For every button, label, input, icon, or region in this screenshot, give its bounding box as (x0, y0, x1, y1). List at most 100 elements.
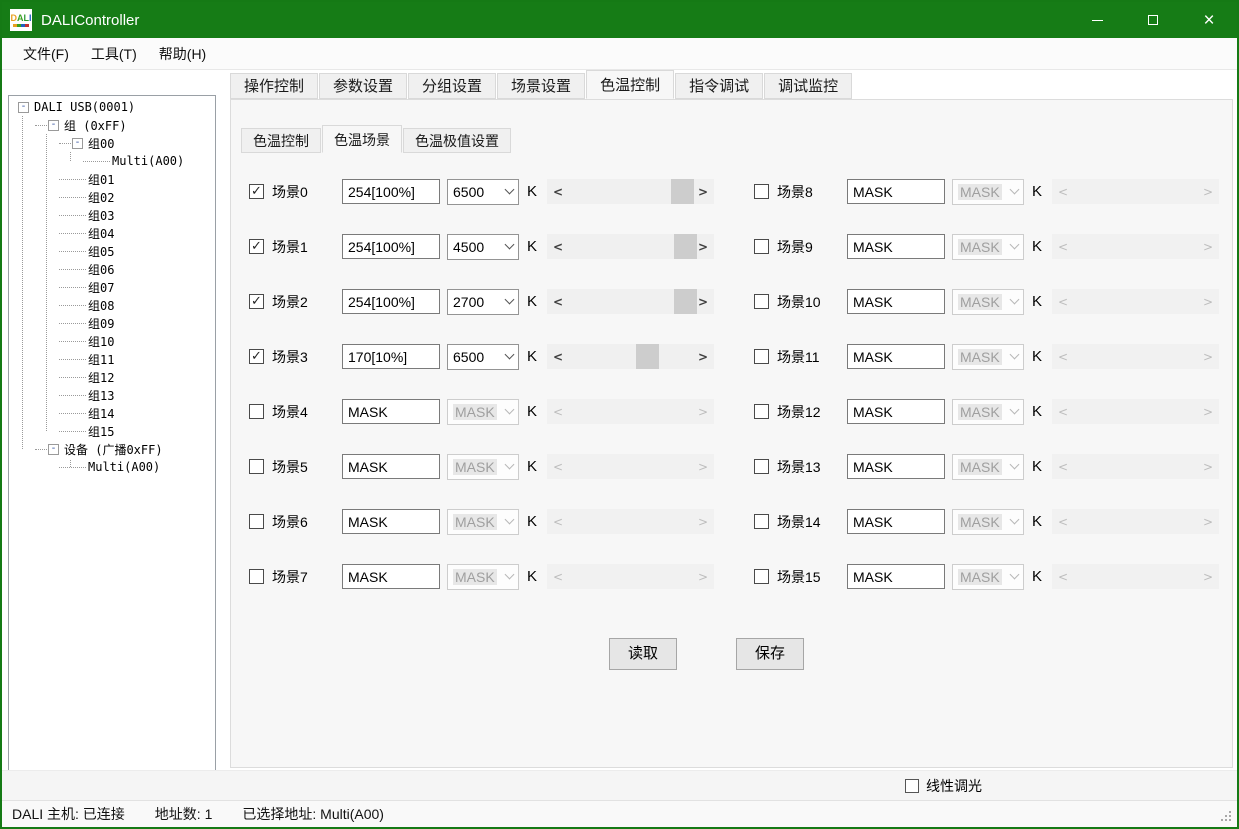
scroll-left-icon[interactable] (1058, 240, 1068, 254)
scene-checkbox[interactable] (249, 239, 264, 254)
scene-temp-dropdown[interactable]: MASK (952, 344, 1024, 370)
tree-node[interactable]: 组05 (9, 242, 215, 260)
scroll-thumb[interactable] (674, 234, 697, 259)
scene-checkbox[interactable] (754, 184, 769, 199)
scroll-right-icon[interactable] (698, 515, 708, 529)
scene-level-input[interactable] (342, 564, 440, 589)
scene-temp-dropdown[interactable]: 2700 (447, 289, 519, 315)
linear-dim-checkbox[interactable] (905, 779, 919, 793)
temp-scrollbar[interactable] (1052, 564, 1219, 589)
tree-node[interactable]: 组02 (9, 188, 215, 206)
main-tab[interactable]: 指令调试 (675, 73, 763, 99)
tree-node[interactable]: 组15 (9, 422, 215, 440)
scroll-left-icon[interactable] (1058, 405, 1068, 419)
temp-scrollbar[interactable] (1052, 234, 1219, 259)
scene-checkbox[interactable] (754, 404, 769, 419)
scroll-thumb[interactable] (674, 289, 697, 314)
scroll-thumb[interactable] (636, 344, 659, 369)
scroll-right-icon[interactable] (1203, 295, 1213, 309)
main-tab[interactable]: 参数设置 (319, 73, 407, 99)
scroll-left-icon[interactable] (553, 350, 563, 364)
scroll-right-icon[interactable] (1203, 570, 1213, 584)
scene-temp-dropdown[interactable]: MASK (952, 234, 1024, 260)
scene-level-input[interactable] (342, 179, 440, 204)
temp-scrollbar[interactable] (547, 234, 714, 259)
main-tab[interactable]: 场景设置 (497, 73, 585, 99)
scroll-left-icon[interactable] (553, 185, 563, 199)
scroll-left-icon[interactable] (1058, 515, 1068, 529)
minimize-button[interactable] (1069, 2, 1125, 38)
temp-scrollbar[interactable] (1052, 509, 1219, 534)
scroll-left-icon[interactable] (553, 240, 563, 254)
collapse-icon[interactable] (48, 120, 59, 131)
tree-node[interactable]: 组11 (9, 350, 215, 368)
temp-scrollbar[interactable] (547, 564, 714, 589)
scroll-left-icon[interactable] (1058, 460, 1068, 474)
scene-checkbox[interactable] (249, 404, 264, 419)
menu-item[interactable]: 文件(F) (12, 38, 80, 69)
tree-node[interactable]: 设备 (广播0xFF) (9, 440, 215, 458)
scene-checkbox[interactable] (754, 459, 769, 474)
temp-scrollbar[interactable] (1052, 289, 1219, 314)
scene-level-input[interactable] (342, 289, 440, 314)
tree-node[interactable]: 组14 (9, 404, 215, 422)
scene-temp-dropdown[interactable]: MASK (952, 564, 1024, 590)
scene-level-input[interactable] (342, 454, 440, 479)
scroll-left-icon[interactable] (1058, 570, 1068, 584)
scene-temp-dropdown[interactable]: 6500 (447, 344, 519, 370)
scroll-right-icon[interactable] (698, 185, 708, 199)
main-tab[interactable]: 色温控制 (586, 70, 674, 99)
scene-level-input[interactable] (847, 234, 945, 259)
tree-node[interactable]: DALI USB(0001) (9, 98, 215, 116)
scene-checkbox[interactable] (754, 569, 769, 584)
resize-grip-icon[interactable] (1221, 811, 1234, 824)
save-button[interactable]: 保存 (736, 638, 804, 670)
scroll-left-icon[interactable] (553, 405, 563, 419)
tree-node[interactable]: 组07 (9, 278, 215, 296)
scene-level-input[interactable] (342, 509, 440, 534)
scene-checkbox[interactable] (754, 514, 769, 529)
scroll-right-icon[interactable] (698, 460, 708, 474)
tree-node[interactable]: 组 (0xFF) (9, 116, 215, 134)
scene-temp-dropdown[interactable]: MASK (447, 454, 519, 480)
scene-temp-dropdown[interactable]: 6500 (447, 179, 519, 205)
scene-checkbox[interactable] (249, 569, 264, 584)
temp-scrollbar[interactable] (547, 399, 714, 424)
scroll-left-icon[interactable] (553, 570, 563, 584)
collapse-icon[interactable] (72, 138, 83, 149)
scroll-left-icon[interactable] (1058, 185, 1068, 199)
temp-scrollbar[interactable] (547, 454, 714, 479)
sub-tab[interactable]: 色温控制 (241, 128, 321, 153)
scene-level-input[interactable] (342, 399, 440, 424)
scroll-left-icon[interactable] (1058, 295, 1068, 309)
scene-temp-dropdown[interactable]: MASK (952, 289, 1024, 315)
scroll-right-icon[interactable] (698, 295, 708, 309)
sub-tab[interactable]: 色温场景 (322, 125, 402, 153)
maximize-button[interactable] (1125, 2, 1181, 38)
tree-node[interactable]: 组08 (9, 296, 215, 314)
scene-temp-dropdown[interactable]: MASK (952, 399, 1024, 425)
main-tab[interactable]: 调试监控 (764, 73, 852, 99)
scroll-left-icon[interactable] (1058, 350, 1068, 364)
temp-scrollbar[interactable] (547, 344, 714, 369)
sub-tab[interactable]: 色温极值设置 (403, 128, 511, 153)
scene-temp-dropdown[interactable]: MASK (447, 564, 519, 590)
scroll-left-icon[interactable] (553, 460, 563, 474)
scroll-right-icon[interactable] (1203, 460, 1213, 474)
scene-level-input[interactable] (342, 344, 440, 369)
main-tab[interactable]: 操作控制 (230, 73, 318, 99)
scene-temp-dropdown[interactable]: MASK (952, 179, 1024, 205)
scene-temp-dropdown[interactable]: MASK (952, 509, 1024, 535)
scroll-left-icon[interactable] (553, 515, 563, 529)
scene-level-input[interactable] (847, 399, 945, 424)
temp-scrollbar[interactable] (1052, 179, 1219, 204)
scene-level-input[interactable] (847, 344, 945, 369)
scene-temp-dropdown[interactable]: MASK (447, 399, 519, 425)
temp-scrollbar[interactable] (547, 179, 714, 204)
menu-item[interactable]: 帮助(H) (148, 38, 217, 69)
temp-scrollbar[interactable] (1052, 399, 1219, 424)
read-button[interactable]: 读取 (609, 638, 677, 670)
scene-checkbox[interactable] (249, 294, 264, 309)
scene-level-input[interactable] (342, 234, 440, 259)
scene-level-input[interactable] (847, 454, 945, 479)
